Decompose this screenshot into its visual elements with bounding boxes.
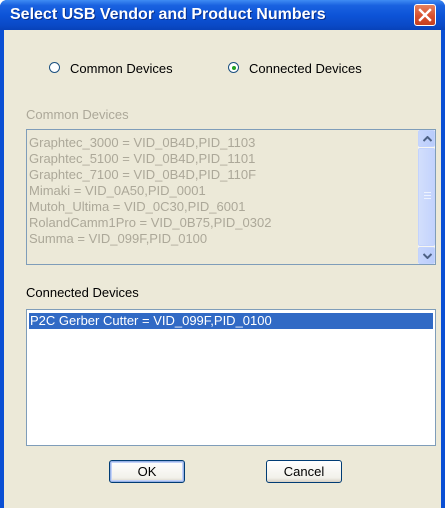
radio-label: Connected Devices (249, 61, 362, 76)
title-bar[interactable]: Select USB Vendor and Product Numbers (0, 0, 445, 30)
list-item[interactable]: RolandCamm1Pro = VID_0B75,PID_0302 (29, 216, 271, 230)
close-icon (418, 8, 432, 22)
scroll-thumb[interactable] (418, 148, 435, 246)
list-item[interactable]: Mimaki = VID_0A50,PID_0001 (29, 184, 206, 198)
window-title: Select USB Vendor and Product Numbers (10, 6, 326, 23)
dialog-body: Common Devices Connected Devices Common … (4, 30, 441, 508)
dialog-window: Select USB Vendor and Product Numbers Co… (0, 0, 445, 508)
grip-line (424, 192, 431, 193)
ok-button[interactable]: OK (109, 460, 185, 483)
common-devices-label: Common Devices (26, 107, 129, 122)
chevron-up-icon (423, 136, 432, 142)
radio-button-icon (49, 62, 60, 73)
list-item-selected[interactable]: P2C Gerber Cutter = VID_099F,PID_0100 (29, 313, 433, 329)
list-item[interactable]: Graphtec_3000 = VID_0B4D,PID_1103 (29, 136, 255, 150)
radio-button-icon (228, 62, 239, 73)
common-devices-list[interactable]: Graphtec_3000 = VID_0B4D,PID_1103 Grapht… (26, 129, 436, 265)
grip-line (424, 195, 431, 196)
cancel-button[interactable]: Cancel (266, 460, 342, 483)
chevron-down-icon (423, 253, 432, 259)
close-button[interactable] (414, 4, 436, 26)
grip-line (424, 198, 431, 199)
list-item[interactable]: Summa = VID_099F,PID_0100 (29, 232, 207, 246)
list-item[interactable]: Graphtec_5100 = VID_0B4D,PID_1101 (29, 152, 255, 166)
list-item[interactable]: Mutoh_Ultima = VID_0C30,PID_6001 (29, 200, 245, 214)
connected-devices-list[interactable]: P2C Gerber Cutter = VID_099F,PID_0100 (26, 309, 436, 446)
scroll-down-button[interactable] (418, 247, 435, 264)
scroll-up-button[interactable] (418, 130, 435, 147)
vertical-scrollbar[interactable] (418, 130, 435, 264)
radio-common-devices[interactable]: Common Devices (49, 61, 189, 77)
list-item[interactable]: Graphtec_7100 = VID_0B4D,PID_110F (29, 168, 256, 182)
connected-devices-label: Connected Devices (26, 285, 139, 300)
radio-selected-dot (232, 66, 236, 70)
radio-label: Common Devices (70, 61, 173, 76)
radio-connected-devices[interactable]: Connected Devices (228, 61, 388, 77)
